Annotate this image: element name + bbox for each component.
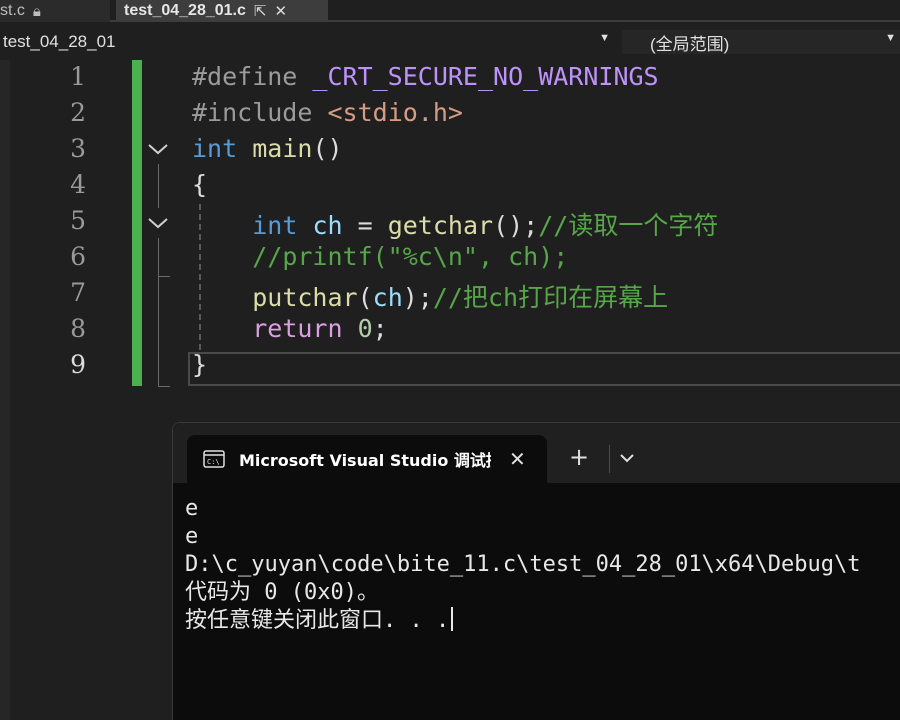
tab-label: st.c: [0, 2, 25, 19]
navigation-bar: test_04_28_01 ▼ (全局范围) ▼: [0, 24, 900, 60]
code-line-5: int ch = getchar();//读取一个字符: [252, 211, 719, 240]
line-number: 2: [70, 98, 86, 127]
close-icon[interactable]: ✕: [509, 447, 526, 471]
line-number: 4: [70, 170, 86, 199]
code-line-7: putchar(ch);//把ch打印在屏幕上: [252, 283, 669, 312]
line-number: 5: [70, 206, 86, 235]
console-tab-title: Microsoft Visual Studio 调试控: [239, 451, 491, 470]
console-line-prompt: 按任意键关闭此窗口. . .: [185, 607, 861, 635]
console-line: D:\c_yuyan\code\bite_11.c\test_04_28_01\…: [185, 552, 861, 577]
fold-guide: [158, 238, 159, 386]
project-scope-dropdown[interactable]: test_04_28_01 ▼: [0, 30, 614, 54]
pin-icon[interactable]: ⇱: [254, 2, 267, 20]
project-scope-label: test_04_28_01: [3, 32, 116, 51]
console-line: e: [185, 524, 199, 549]
lock-icon: 🔒︎: [32, 2, 41, 20]
chevron-down-icon: ▼: [599, 32, 610, 44]
document-tab-strip: st.c 🔒︎ test_04_28_01.c ⇱ ✕: [0, 0, 900, 22]
close-icon[interactable]: ✕: [274, 2, 287, 20]
line-number: 1: [70, 62, 86, 91]
fold-chevron-icon[interactable]: [146, 142, 170, 156]
console-icon: C:\: [203, 450, 225, 468]
tab-active-file[interactable]: test_04_28_01.c ⇱ ✕: [116, 0, 328, 22]
console-output[interactable]: e e D:\c_yuyan\code\bite_11.c\test_04_28_0…: [185, 495, 861, 635]
change-tracking-bar: [132, 60, 142, 386]
divider: [609, 445, 610, 473]
fold-guide-end: [158, 386, 170, 387]
text-cursor: [451, 607, 454, 631]
console-line: e: [185, 496, 199, 521]
code-line-6: //printf("%c\n", ch);: [252, 242, 569, 271]
tab-inactive-file[interactable]: st.c 🔒︎: [0, 0, 110, 22]
fold-guide: [158, 164, 159, 208]
console-tab[interactable]: C:\ Microsoft Visual Studio 调试控 ✕: [187, 435, 547, 483]
code-line-2: #include <stdio.h>: [192, 98, 463, 127]
line-number: 7: [70, 278, 86, 307]
new-tab-button[interactable]: +: [569, 443, 589, 471]
debug-console-window: C:\ Microsoft Visual Studio 调试控 ✕ + e e D:…: [172, 422, 900, 720]
code-line-4: {: [192, 170, 208, 199]
line-number: 8: [70, 314, 86, 343]
tab-label: test_04_28_01.c: [124, 2, 246, 19]
chevron-down-icon[interactable]: [619, 449, 635, 468]
console-line: 代码为 0 (0x0)。: [185, 580, 379, 605]
current-line-number: 9: [70, 350, 86, 379]
console-title-bar: C:\ Microsoft Visual Studio 调试控 ✕ +: [173, 423, 900, 483]
code-line-1: #define _CRT_SECURE_NO_WARNINGS: [192, 62, 659, 91]
editor-margin: [0, 60, 10, 720]
line-number: 6: [70, 242, 86, 271]
chevron-down-icon: ▼: [885, 32, 896, 44]
line-number: 3: [70, 134, 86, 163]
code-line-8: return 0;: [252, 314, 388, 343]
svg-text:C:\: C:\: [207, 458, 220, 466]
code-line-3: int main(): [192, 134, 343, 163]
member-scope-label: (全局范围): [650, 34, 730, 54]
member-scope-dropdown[interactable]: (全局范围) ▼: [622, 30, 900, 54]
fold-guide-end: [158, 276, 170, 277]
fold-chevron-icon[interactable]: [146, 216, 170, 230]
current-line-highlight: [188, 352, 900, 386]
code-line-9: }: [192, 350, 208, 379]
